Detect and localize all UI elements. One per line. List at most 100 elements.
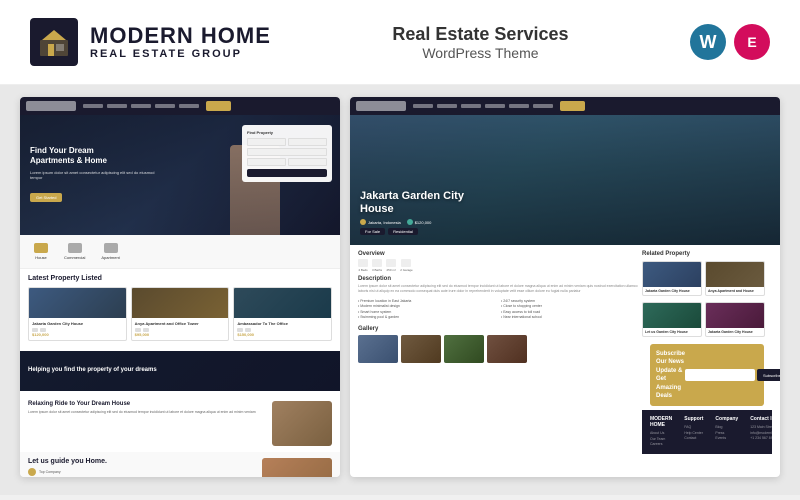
footer-support-title: Support <box>684 416 703 422</box>
tab-commercial[interactable]: Commercial <box>58 240 91 263</box>
type-tag: Residential <box>388 228 418 235</box>
tab-label: Commercial <box>64 255 85 260</box>
section-title: Latest Property Listed <box>28 275 332 282</box>
related-card[interactable]: Anya Apartment and House <box>705 261 765 296</box>
nav-item <box>179 104 199 108</box>
footer-email: info@modernhome.com <box>750 431 780 435</box>
guide-item: Top Company <box>28 468 256 476</box>
related-image <box>643 262 701 287</box>
nav-item <box>155 104 175 108</box>
property-card[interactable]: Ambassador To The Office $150,000 <box>233 287 332 341</box>
related-card[interactable]: Let us Garden City House <box>642 302 702 337</box>
tab-label: House <box>35 255 47 260</box>
footer-link[interactable]: Careers <box>650 442 672 446</box>
nav-item <box>509 104 529 108</box>
footer-col-contact: Contact Info 123 Main Street info@modern… <box>750 416 780 448</box>
nav-item <box>485 104 505 108</box>
main-content: Find Your DreamApartments & Home Lorem i… <box>0 85 800 495</box>
hero-text: Find Your DreamApartments & Home Lorem i… <box>30 146 160 203</box>
tab-label: Apartment <box>101 255 119 260</box>
property-price: $95,000 <box>135 332 226 337</box>
property-title: Anya Apartment and Office Tower <box>135 321 226 326</box>
company-icon <box>28 468 36 476</box>
left-preview: Find Your DreamApartments & Home Lorem i… <box>20 97 340 477</box>
footer-link[interactable]: Contact <box>684 436 703 440</box>
property-tags: For Sale Residential <box>360 228 770 235</box>
footer-address: 123 Main Street <box>750 425 780 429</box>
property-card[interactable]: Jakarta Garden City House $120,000 <box>28 287 127 341</box>
form-field[interactable] <box>247 148 327 156</box>
nav-items <box>83 104 199 108</box>
newsletter-section: Subscribe Our News Update &Get Amazing D… <box>650 344 764 406</box>
people-image <box>262 458 332 477</box>
stat-beds: 4 Beds <box>358 259 368 272</box>
hero-cta-button[interactable]: Get Started <box>30 193 62 202</box>
form-title: Find Property <box>247 130 327 135</box>
nav-item <box>83 104 103 108</box>
footer-contact-title: Contact Info <box>750 416 780 422</box>
footer-col-support: Support FAQ Help Center Contact <box>684 416 703 448</box>
app-header: MODERN HOME REAL ESTATE GROUP Real Estat… <box>0 0 800 85</box>
form-field[interactable] <box>247 158 286 166</box>
category-tabs: House Commercial Apartment <box>20 235 340 269</box>
guide-item-label: Top Company <box>39 470 61 474</box>
detail-main: Overview 4 Beds 3 Baths 250 m² <box>358 251 638 454</box>
commercial-icon <box>68 243 82 253</box>
related-image <box>643 303 701 328</box>
property-title: Jakarta Garden City House <box>32 321 123 326</box>
related-sidebar: Related Property Jakarta Garden City Hou… <box>642 251 772 454</box>
garage-icon <box>401 259 411 267</box>
property-meta: Jakarta, Indonesia $120,000 <box>360 219 770 225</box>
footer-link[interactable]: Events <box>715 436 738 440</box>
nav-items-right <box>413 104 553 108</box>
footer-link[interactable]: Our Team <box>650 437 672 441</box>
footer-link[interactable]: About Us <box>650 431 672 435</box>
elementor-badge: E <box>734 24 770 60</box>
form-field[interactable] <box>247 138 286 146</box>
hero-section-left: Find Your DreamApartments & Home Lorem i… <box>20 115 340 235</box>
logo-area: MODERN HOME REAL ESTATE GROUP <box>30 18 271 66</box>
relax-image <box>272 401 332 446</box>
search-button[interactable] <box>247 169 327 177</box>
footer-link[interactable]: FAQ <box>684 425 703 429</box>
gallery-image <box>401 335 441 363</box>
property-cards: Jakarta Garden City House $120,000 Anya … <box>28 287 332 341</box>
property-card[interactable]: Anya Apartment and Office Tower $95,000 <box>131 287 230 341</box>
tab-house[interactable]: House <box>28 240 54 263</box>
logo-sub: REAL ESTATE GROUP <box>90 48 271 60</box>
related-card-title: Anya Apartment and House <box>708 289 762 293</box>
footer-col-brand: MODERN HOME About Us Our Team Careers <box>650 416 672 448</box>
form-field[interactable] <box>288 158 327 166</box>
nav-item <box>413 104 433 108</box>
footer-link[interactable]: Help Center <box>684 431 703 435</box>
email-input[interactable] <box>685 369 755 381</box>
related-card-title: Let us Garden City House <box>645 330 699 334</box>
nav-item <box>131 104 151 108</box>
subscribe-button[interactable]: Subscribe <box>757 369 780 381</box>
footer-col-company: Company Blog Press Events <box>715 416 738 448</box>
property-image <box>29 288 126 318</box>
header-badges: W E <box>690 24 770 60</box>
newsletter-form: Subscribe <box>685 369 780 381</box>
stat-garage: 2 Garage <box>400 259 413 272</box>
related-card[interactable]: Jakarta Garden City House <box>642 261 702 296</box>
tab-apartment[interactable]: Apartment <box>95 240 125 263</box>
nav-cta-button-right <box>560 101 585 111</box>
prev-logo-right <box>356 101 406 111</box>
property-image <box>132 288 229 318</box>
form-field[interactable] <box>288 138 327 146</box>
logo-text: MODERN HOME REAL ESTATE GROUP <box>90 24 271 60</box>
wordpress-badge: W <box>690 24 726 60</box>
property-hero-title: Jakarta Garden CityHouse <box>360 190 770 216</box>
footer-link[interactable]: Blog <box>715 425 738 429</box>
nav-cta-button <box>206 101 231 111</box>
header-title: Real Estate Services WordPress Theme <box>392 24 568 61</box>
related-card-title: Jakarta Garden City House <box>708 330 762 334</box>
bath-icon <box>372 259 382 267</box>
price-text: $120,000 <box>415 220 432 225</box>
logo-icon <box>30 18 78 66</box>
footer-link[interactable]: Press <box>715 431 738 435</box>
related-image <box>706 262 764 287</box>
related-card[interactable]: Jakarta Garden City House <box>705 302 765 337</box>
footer-company-title: Company <box>715 416 738 422</box>
